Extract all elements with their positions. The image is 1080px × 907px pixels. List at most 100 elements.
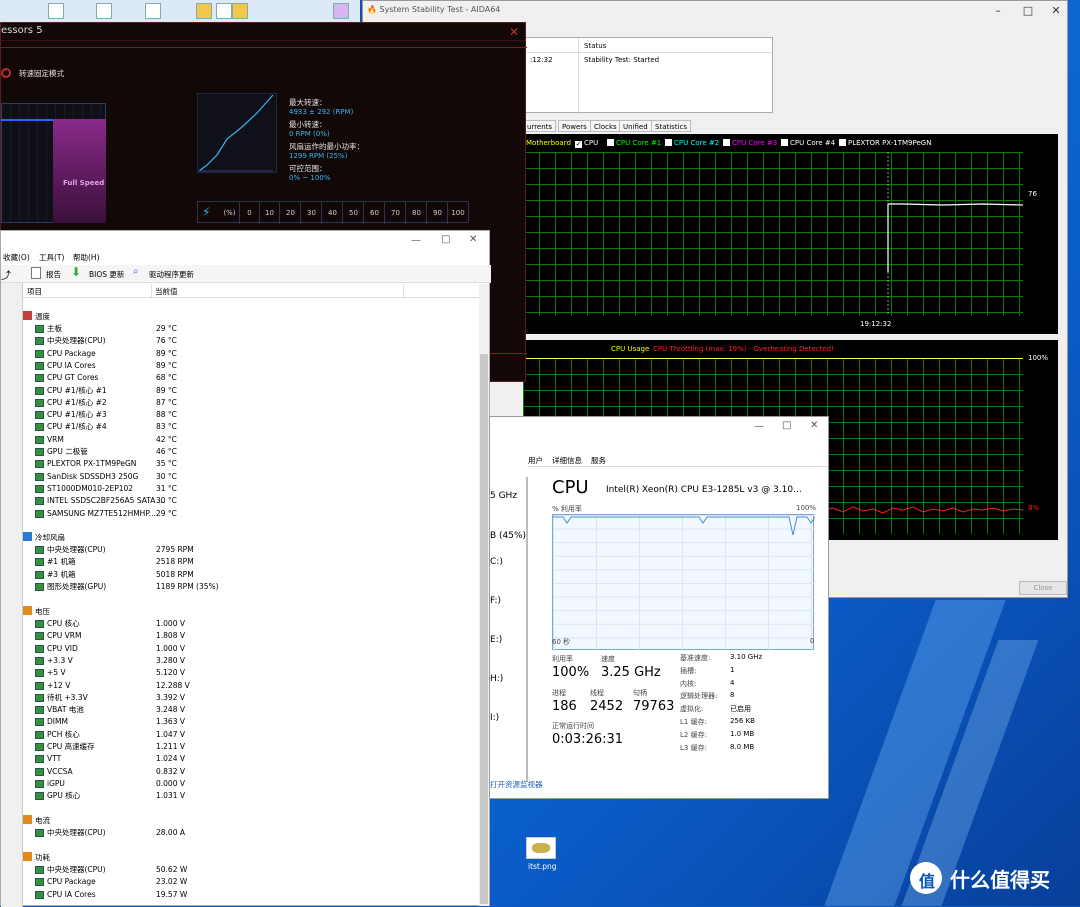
scrollbar-thumb[interactable] (480, 354, 488, 904)
throttling-label: CPU Throttling (max: 19%) - Overheating … (653, 345, 834, 353)
side-item[interactable]: H:) (490, 674, 503, 684)
maximize-button[interactable]: □ (1021, 5, 1035, 17)
sensor-row[interactable]: CPU #1/核心 #2 87 °C (1, 397, 471, 409)
sensor-row[interactable]: VCCSA 0.832 V (1, 766, 471, 778)
tab-details[interactable]: 详细信息 (552, 455, 582, 466)
sensor-row[interactable]: CPU GT Cores 68 °C (1, 372, 471, 384)
legend-motherboard[interactable]: Motherboard (526, 139, 571, 148)
sensor-row[interactable]: VBAT 电池 3.248 V (1, 704, 471, 716)
sensor-row[interactable]: CPU IA Cores 19.57 W (1, 889, 471, 901)
app-icon[interactable] (333, 3, 349, 19)
sensor-row[interactable]: 图形处理器(GPU) 1189 RPM (35%) (1, 581, 471, 593)
fan-mode-label[interactable]: 转速固定模式 (19, 68, 64, 79)
legend-cpu-core-3[interactable]: CPU Core #3 (723, 139, 777, 148)
legend-cpu[interactable]: ✓ CPU (575, 139, 598, 148)
app-icon[interactable] (48, 3, 64, 19)
checkbox-checked-icon[interactable]: ✓ (575, 141, 582, 148)
sensor-row[interactable]: 中央处理器(CPU) 50.62 W (1, 864, 471, 876)
section-current[interactable]: 电流 (23, 815, 50, 827)
image-file-icon[interactable] (526, 837, 556, 859)
sensor-row[interactable]: 中央处理器(CPU) 76 °C (1, 335, 471, 347)
folder-icon[interactable] (196, 3, 212, 19)
legend-plextor[interactable]: PLEXTOR PX-1TM9PeGN (839, 139, 931, 148)
legend-cpu-core-2[interactable]: CPU Core #2 (665, 139, 719, 148)
legend-cpu-core-1[interactable]: CPU Core #1 (607, 139, 661, 148)
checkbox-icon[interactable] (781, 139, 788, 146)
checkbox-icon[interactable] (607, 139, 614, 146)
sensor-row[interactable]: CPU IA Cores 89 °C (1, 360, 471, 372)
sensor-row[interactable]: CPU Package 89 °C (1, 348, 471, 360)
app-icon[interactable] (145, 3, 161, 19)
sensor-row[interactable]: #3 机箱 5018 RPM (1, 569, 471, 581)
radio-icon[interactable] (1, 68, 11, 78)
sensor-row[interactable]: DIMM 1.363 V (1, 716, 471, 728)
tab-users[interactable]: 用户 (528, 455, 543, 466)
sensor-row[interactable]: #1 机箱 2518 RPM (1, 556, 471, 568)
side-item[interactable]: B (45%) (490, 531, 526, 541)
sensor-row[interactable]: VTT 1.024 V (1, 753, 471, 765)
sensor-row[interactable]: 中央处理器(CPU) 28.00 A (1, 827, 471, 839)
legend-cpu-core-4[interactable]: CPU Core #4 (781, 139, 835, 148)
sensor-row[interactable]: PLEXTOR PX-1TM9PeGN 35 °C (1, 458, 471, 470)
sensor-row[interactable]: ST1000DM010-2EP102 31 °C (1, 483, 471, 495)
checklist-icon[interactable] (216, 3, 232, 19)
checkbox-icon[interactable] (665, 139, 672, 146)
tab-services[interactable]: 服务 (591, 455, 606, 466)
sensor-row[interactable]: 主板 29 °C (1, 323, 471, 335)
sensor-row[interactable]: CPU Package 23.02 W (1, 876, 471, 888)
checkbox-icon[interactable] (839, 139, 846, 146)
sensor-name: CPU 核心 (47, 619, 80, 628)
tab-currents[interactable]: urrents (523, 120, 557, 132)
sensor-row[interactable]: 待机 +3.3V 3.392 V (1, 692, 471, 704)
minimize-button[interactable]: — (754, 421, 764, 432)
sensor-row[interactable]: iGPU 0.000 V (1, 778, 471, 790)
sensor-name: +3.3 V (47, 655, 73, 665)
sensor-row[interactable]: PCH 核心 1.047 V (1, 729, 471, 741)
sensor-row[interactable]: CPU VRM 1.808 V (1, 630, 471, 642)
sensor-row[interactable]: +5 V 5.120 V (1, 667, 471, 679)
sensor-row[interactable]: GPU 核心 1.031 V (1, 790, 471, 802)
section-fans[interactable]: 冷却风扇 (23, 532, 65, 544)
side-item[interactable]: E:) (490, 635, 502, 645)
resource-monitor-link[interactable]: 打开资源监视器 (490, 779, 543, 790)
sensor-row[interactable]: CPU 高速缓存 1.211 V (1, 741, 471, 753)
sensor-row[interactable]: CPU #1/核心 #3 88 °C (1, 409, 471, 421)
checkbox-icon[interactable] (723, 139, 730, 146)
section-voltage[interactable]: 电压 (23, 606, 50, 618)
side-item[interactable]: C:) (490, 557, 503, 567)
sensor-row[interactable]: SanDisk SDSSDH3 250G 30 °C (1, 471, 471, 483)
sensor-value: 29 °C (156, 324, 177, 333)
sensor-row[interactable]: CPU #1/核心 #4 83 °C (1, 421, 471, 433)
tab-clocks[interactable]: Clocks (590, 120, 621, 132)
tab-powers[interactable]: Powers (558, 120, 591, 132)
sensor-row[interactable]: CPU #1/核心 #1 89 °C (1, 385, 471, 397)
sensor-row[interactable]: CPU 核心 1.000 V (1, 618, 471, 630)
close-icon[interactable]: ✕ (509, 25, 519, 39)
section-power[interactable]: 功耗 (23, 852, 50, 864)
side-item[interactable]: F:) (490, 596, 501, 606)
sensor-row[interactable]: +3.3 V 3.280 V (1, 655, 471, 667)
scrollbar[interactable] (479, 284, 489, 906)
sensor-row[interactable]: INTEL SSDSC2BF256A5 SATA ... 30 °C (1, 495, 471, 507)
sensor-value: 89 °C (156, 348, 177, 358)
close-button[interactable]: Close (1019, 581, 1067, 595)
sensor-row[interactable]: CPU VID 1.000 V (1, 643, 471, 655)
sensor-icon (35, 484, 44, 493)
side-item[interactable]: I:) (490, 713, 499, 723)
folder-icon[interactable] (232, 3, 248, 19)
sensor-row[interactable]: VRM 42 °C (1, 434, 471, 446)
close-icon[interactable]: ✕ (1049, 5, 1063, 17)
sensor-row[interactable]: +12 V 12.288 V (1, 680, 471, 692)
tab-unified[interactable]: Unified (619, 120, 652, 132)
section-temperature[interactable]: 温度 (23, 311, 50, 323)
sensor-row[interactable]: GPU 二极管 46 °C (1, 446, 471, 458)
desktop-file-label[interactable]: itst.png (528, 862, 557, 871)
sensor-row[interactable]: SAMSUNG MZ7TE512HMHP... 29 °C (1, 508, 471, 520)
maximize-button[interactable]: □ (782, 420, 791, 431)
sensor-row[interactable]: 中央处理器(CPU) 2795 RPM (1, 544, 471, 556)
side-item[interactable]: 5 GHz (490, 491, 517, 501)
minimize-button[interactable]: – (991, 5, 1005, 17)
app-icon[interactable] (96, 3, 112, 19)
close-icon[interactable]: ✕ (810, 420, 818, 431)
tab-statistics[interactable]: Statistics (651, 120, 691, 132)
